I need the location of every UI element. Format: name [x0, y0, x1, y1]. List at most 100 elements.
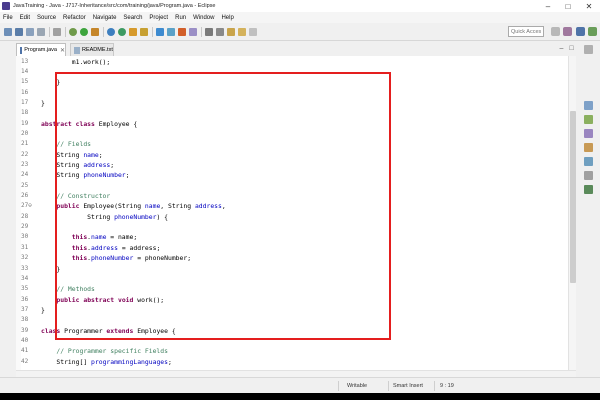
window-controls: – □ ✕ [538, 0, 600, 12]
status-bar: Writable Smart Insert 9 : 19 [0, 377, 600, 393]
menu-run[interactable]: Run [175, 15, 186, 21]
line-number: 40 [21, 336, 29, 344]
debug-perspective-icon[interactable] [588, 27, 597, 36]
menu-source[interactable]: Source [37, 15, 56, 21]
save-all-icon[interactable] [26, 28, 34, 36]
line-number: 18 [21, 109, 29, 117]
menu-navigate[interactable]: Navigate [93, 15, 117, 21]
problems-view-icon[interactable] [584, 143, 593, 152]
line-number: 15 [21, 78, 29, 86]
menu-file[interactable]: File [3, 15, 13, 21]
menu-bar: File Edit Source Refactor Navigate Searc… [0, 12, 600, 23]
toolbar-separator [201, 27, 202, 37]
back-icon[interactable] [238, 28, 246, 36]
code-line: } [41, 98, 45, 107]
code-line: } [41, 305, 45, 314]
minimize-editor-icon[interactable]: – [557, 44, 566, 53]
right-trim [577, 41, 600, 377]
tab-readme-txt[interactable]: README.txt [70, 43, 114, 56]
java-ee-perspective-icon[interactable] [563, 27, 572, 36]
close-button[interactable]: ✕ [578, 0, 600, 12]
code-line: String[] programmingLanguages; [41, 357, 172, 366]
open-type-icon[interactable] [129, 28, 137, 36]
line-number: 42 [21, 357, 29, 365]
toolbar-separator [49, 27, 50, 37]
horizontal-scrollbar[interactable] [16, 370, 576, 377]
minimize-button[interactable]: – [538, 0, 558, 12]
toolbar-separator [103, 27, 104, 37]
line-number: 16 [21, 88, 29, 96]
maximize-button[interactable]: □ [558, 0, 578, 12]
menu-window[interactable]: Window [193, 15, 214, 21]
line-number: 39 [21, 326, 29, 334]
code-line: } [41, 264, 61, 273]
eclipse-window: JavaTraining - Java - J717-Inheritance/s… [0, 0, 600, 393]
editor-tab-row: Program.java ✕ README.txt – □ [0, 41, 600, 56]
status-separator [388, 381, 389, 391]
line-number: 14 [21, 67, 29, 75]
line-number: 41 [21, 347, 29, 355]
skip-breakpoints-icon[interactable] [53, 28, 61, 36]
menu-help[interactable]: Help [221, 15, 233, 21]
line-number: 26 [21, 192, 29, 200]
new-package-icon[interactable] [107, 28, 115, 36]
maximize-editor-icon[interactable]: □ [567, 44, 576, 53]
run-icon[interactable] [80, 28, 88, 36]
next-annotation-icon[interactable] [205, 28, 213, 36]
main-toolbar [0, 23, 600, 41]
javadoc-view-icon[interactable] [584, 157, 593, 166]
line-number: 21 [21, 140, 29, 148]
code-line: class Programmer extends Employee { [41, 326, 176, 335]
declaration-view-icon[interactable] [584, 171, 593, 180]
search-icon[interactable] [140, 28, 148, 36]
code-line: m1.work(); [41, 57, 111, 66]
eclipse-app-icon [2, 2, 10, 10]
previous-annotation-icon[interactable] [216, 28, 224, 36]
forward-icon[interactable] [249, 28, 257, 36]
java-file-icon [20, 46, 23, 54]
new-class-icon[interactable] [118, 28, 126, 36]
code-line: String address; [41, 161, 115, 169]
java-perspective-icon[interactable] [576, 27, 585, 36]
close-tab-icon[interactable]: ✕ [60, 47, 65, 54]
menu-refactor[interactable]: Refactor [63, 15, 86, 21]
word-wrap-icon[interactable] [167, 28, 175, 36]
open-perspective-icon[interactable] [551, 27, 560, 36]
line-number: 13 [21, 57, 29, 65]
print-icon[interactable] [37, 28, 45, 36]
code-line: // Methods [56, 285, 95, 294]
vertical-scrollbar[interactable] [568, 56, 576, 370]
line-number: 17 [21, 98, 29, 106]
menu-edit[interactable]: Edit [20, 15, 30, 21]
menu-search[interactable]: Search [123, 15, 142, 21]
save-icon[interactable] [15, 28, 23, 36]
outline-view-icon[interactable] [584, 101, 593, 110]
hierarchy-view-icon[interactable] [584, 129, 593, 138]
line-number: 29 [21, 223, 29, 231]
new-icon[interactable] [4, 28, 12, 36]
vertical-scroll-thumb[interactable] [570, 111, 576, 283]
code-line: this.phoneNumber = phoneNumber; [71, 254, 192, 263]
last-edit-icon[interactable] [227, 28, 235, 36]
minimized-view-icon[interactable] [584, 45, 593, 54]
status-cursor-position: 9 : 19 [440, 383, 454, 389]
debug-icon[interactable] [69, 28, 77, 36]
external-tools-icon[interactable] [91, 28, 99, 36]
quick-access-input[interactable] [508, 26, 544, 37]
menu-project[interactable]: Project [149, 15, 168, 21]
task-list-icon[interactable] [584, 115, 593, 124]
toggle-mark-icon[interactable] [156, 28, 164, 36]
block-selection-icon[interactable] [189, 28, 197, 36]
line-number: 37 [21, 305, 29, 313]
code-line: // Programmer specific Fields [56, 347, 168, 356]
line-number: 36 [21, 295, 29, 303]
code-line: String phoneNumber; [41, 171, 130, 180]
show-whitespace-icon[interactable] [178, 28, 186, 36]
left-trim [0, 56, 16, 370]
line-number: 31 [21, 243, 29, 251]
line-number: 19 [21, 119, 29, 127]
line-number: 33 [21, 264, 29, 272]
tab-program-java[interactable]: Program.java ✕ [16, 43, 66, 56]
console-view-icon[interactable] [584, 185, 593, 194]
line-number: 28 [21, 212, 29, 220]
